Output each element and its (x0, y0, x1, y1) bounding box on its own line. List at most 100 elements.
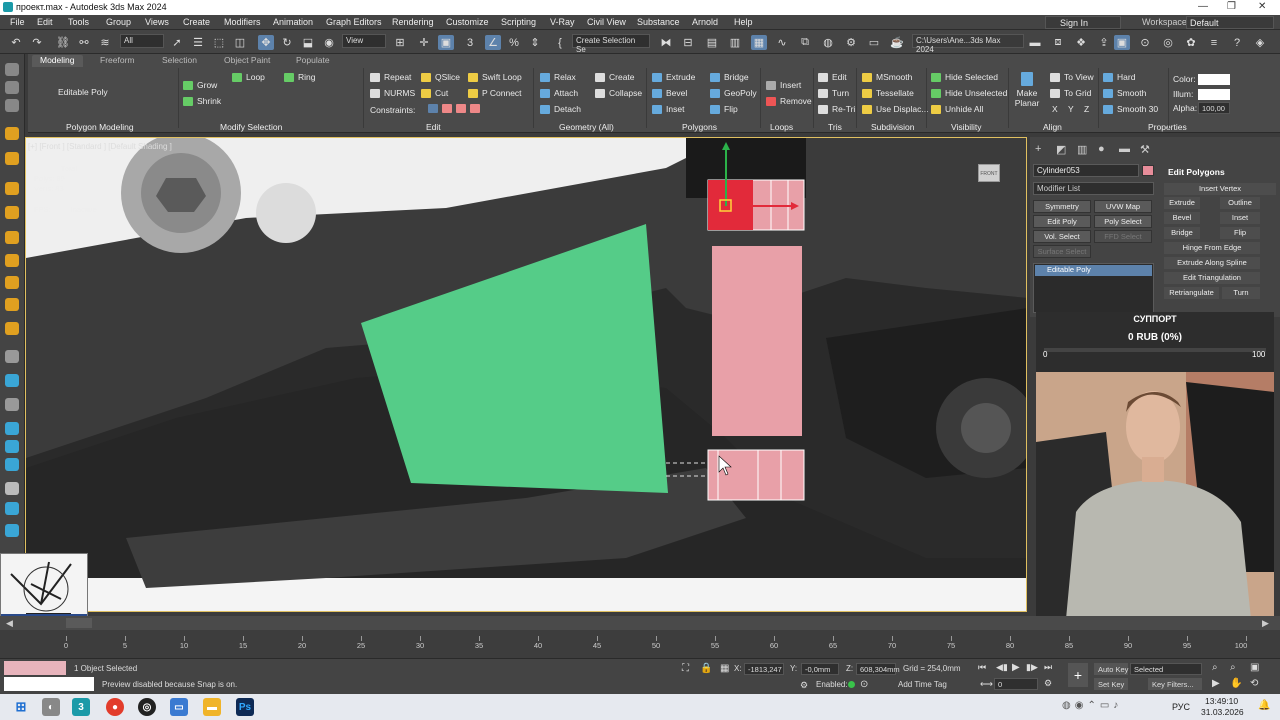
loop-button[interactable]: Loop (232, 72, 265, 82)
ep-bridge-button[interactable]: Bridge (1164, 227, 1200, 239)
repeat-button[interactable]: Repeat (370, 72, 411, 82)
utilities-icon[interactable] (5, 502, 19, 515)
region-select-icon[interactable]: ⬚ (211, 35, 227, 50)
render-setup-icon[interactable]: ⚙ (843, 35, 859, 50)
nurms-button[interactable]: NURMS (370, 88, 415, 98)
mountain-icon[interactable] (5, 398, 19, 411)
menu-substance[interactable]: Substance (637, 17, 680, 27)
material-editor-icon[interactable]: ◍ (820, 35, 836, 50)
viewport-scene[interactable] (26, 138, 1027, 612)
modifier-icon[interactable] (5, 374, 19, 387)
display-icon[interactable] (5, 458, 19, 471)
arnold-icon[interactable]: ⊙ (1137, 35, 1153, 50)
flip-button[interactable]: Flip (710, 104, 738, 114)
mirror-icon[interactable]: ⧓ (658, 35, 674, 50)
chrome-icon[interactable]: ● (106, 698, 124, 716)
isolate-icon[interactable]: ⛶ (682, 663, 689, 674)
viewport-label[interactable]: [+] [Front ] [Standard ] [Default Shadin… (28, 142, 172, 151)
menu-list-icon[interactable]: ≡ (1206, 35, 1222, 50)
project-path-field[interactable]: C:\Users\Ane...3ds Max 2024 (912, 34, 1024, 54)
place-icon[interactable]: ◉ (321, 35, 337, 50)
key-filters-button[interactable]: Key Filters... (1148, 678, 1202, 690)
hinge-from-edge-button[interactable]: Hinge From Edge (1164, 242, 1260, 254)
redo-icon[interactable]: ↷ (29, 35, 45, 50)
remove-loop-button[interactable]: Remove (766, 96, 812, 106)
undo-icon[interactable]: ↶ (8, 35, 24, 50)
edit-triangulation-button[interactable]: Edit Triangulation (1164, 272, 1260, 284)
inset-button[interactable]: Inset (652, 104, 684, 114)
pan-icon[interactable]: ✋ (1230, 678, 1242, 689)
tris-edit-button[interactable]: Edit (818, 72, 847, 82)
project-folder-icon[interactable]: ▬ (1027, 35, 1043, 50)
z-coordinate-field[interactable]: 608,304mm (856, 663, 900, 675)
vol-select-button[interactable]: Vol. Select (1033, 230, 1091, 243)
shrink-button[interactable]: Shrink (183, 96, 221, 106)
unhide-all-button[interactable]: Unhide All (931, 104, 983, 114)
clock-time[interactable]: 13:49:10 (1205, 696, 1238, 706)
spinner-snap-icon[interactable]: ⇕ (527, 35, 543, 50)
maxscript-input[interactable] (4, 677, 94, 691)
qslice-button[interactable]: QSlice (421, 72, 460, 82)
field-of-view-icon[interactable]: ▶ (1212, 678, 1220, 689)
keyboard-shortcut-icon[interactable]: ▣ (438, 35, 454, 50)
community-icon[interactable]: ◈ (1252, 35, 1268, 50)
create-panel-icon[interactable] (5, 63, 19, 76)
modifier-stack[interactable]: Editable Poly (1033, 263, 1154, 313)
snap-toggle-icon[interactable]: 3 (462, 35, 478, 50)
insert-loop-button[interactable]: Insert (766, 80, 801, 90)
edit-named-selection-icon[interactable]: { (552, 35, 568, 50)
alpha-field[interactable]: 100,00 (1198, 102, 1230, 114)
create-button[interactable]: Create (595, 72, 635, 82)
sphere-icon[interactable] (5, 81, 19, 94)
zoom-icon[interactable]: ⌕ (1212, 662, 1218, 673)
key-mode-select[interactable]: Selected (1130, 663, 1202, 675)
viewcube[interactable]: FRONT (978, 164, 1000, 182)
close-button[interactable]: ✕ (1258, 1, 1266, 12)
constraint-normal-icon[interactable] (470, 104, 480, 113)
group-polygon-modeling[interactable]: Polygon Modeling (66, 122, 134, 132)
substance-icon[interactable]: ◎ (1160, 35, 1176, 50)
lock-icon[interactable]: 🔒 (700, 663, 712, 674)
x-coordinate-field[interactable]: -1813,247 (744, 663, 784, 675)
slider-next-icon[interactable]: ▶ (1262, 618, 1269, 629)
modify-tab-icon[interactable]: ◩ (1056, 143, 1068, 156)
motion-tab-icon[interactable]: ● (1098, 143, 1110, 155)
share-icon[interactable]: ⇪ (1096, 35, 1112, 50)
angle-snap-icon[interactable]: ∠ (485, 35, 501, 50)
stack-item-editable-poly[interactable]: Editable Poly (1035, 265, 1152, 276)
play-icon[interactable]: ▶ (1012, 662, 1020, 673)
ep-flip-button[interactable]: Flip (1220, 227, 1260, 239)
hierarchy-tab-icon[interactable]: ▥ (1077, 143, 1089, 156)
to-grid-button[interactable]: To Grid (1050, 88, 1091, 98)
poly-select-button[interactable]: Poly Select (1094, 215, 1152, 228)
collapse-button[interactable]: Collapse (595, 88, 642, 98)
systems-icon[interactable] (5, 254, 19, 267)
constraint-buttons[interactable] (428, 104, 484, 113)
workspace-select[interactable]: Default (1186, 16, 1274, 29)
tris-turn-button[interactable]: Turn (818, 88, 849, 98)
maxscript-listener[interactable] (4, 661, 66, 675)
menu-vray[interactable]: V-Ray (550, 17, 575, 27)
group-polygons[interactable]: Polygons (682, 122, 717, 132)
hierarchy-icon[interactable] (5, 422, 19, 435)
menu-customize[interactable]: Customize (446, 17, 489, 27)
color-swatch[interactable] (1198, 74, 1230, 85)
menu-file[interactable]: File (10, 17, 25, 27)
link-icon[interactable]: ⛓ (55, 35, 71, 50)
tab-populate[interactable]: Populate (288, 55, 338, 67)
symmetry-button[interactable]: Symmetry (1033, 200, 1091, 213)
time-slider[interactable]: ◀ ▶ (0, 616, 1280, 630)
surface-select-button[interactable]: Surface Select (1033, 245, 1091, 258)
clock-date[interactable]: 31.03.2026 (1201, 707, 1244, 717)
menu-rendering[interactable]: Rendering (392, 17, 434, 27)
minimize-button[interactable]: — (1198, 1, 1208, 12)
menu-arnold[interactable]: Arnold (692, 17, 718, 27)
menu-group[interactable]: Group (106, 17, 131, 27)
key-mode-icon[interactable]: ⟷ (980, 679, 993, 690)
detach-button[interactable]: Detach (540, 104, 581, 114)
utilities-tab-icon[interactable]: ⚒ (1140, 143, 1152, 156)
scale-icon[interactable]: ⬓ (300, 35, 316, 50)
menu-modifiers[interactable]: Modifiers (224, 17, 261, 27)
illum-swatch[interactable] (1198, 89, 1230, 100)
menu-civil-view[interactable]: Civil View (587, 17, 626, 27)
